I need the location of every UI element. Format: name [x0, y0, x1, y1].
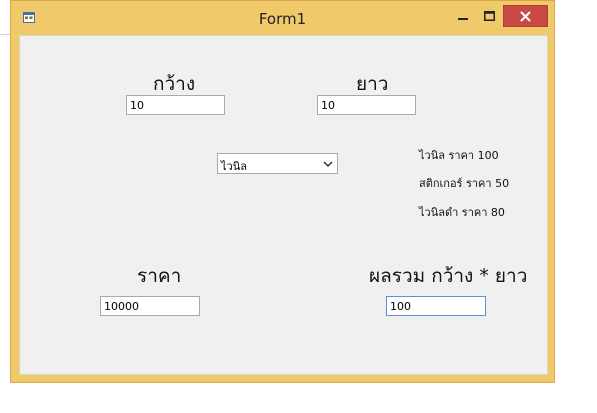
material-select[interactable]: ไวนิล [217, 153, 338, 174]
maximize-icon [483, 11, 495, 21]
close-button[interactable] [503, 5, 548, 27]
price-list-item: สติกเกอร์ ราคา 50 [419, 177, 510, 190]
material-select-value: ไวนิล [221, 160, 247, 173]
price-input[interactable] [100, 296, 200, 316]
price-list-item: ไวนิล ราคา 100 [419, 149, 499, 162]
chevron-down-icon[interactable] [323, 160, 333, 168]
minimize-button[interactable] [451, 5, 475, 27]
desktop-backdrop [0, 0, 10, 413]
minimize-icon [458, 18, 468, 20]
width-input[interactable] [126, 95, 225, 115]
price-label: ราคา [137, 265, 182, 287]
maximize-button[interactable] [477, 5, 501, 27]
form-client-area: กว้าง ยาว ไวนิล ไวนิล ราคา 100 สติกเกอร์… [19, 35, 548, 375]
price-list-item: ไวนิลดำ ราคา 80 [419, 206, 505, 219]
close-icon [520, 10, 531, 22]
area-label: ผลรวม กว้าง * ยาว [369, 265, 528, 287]
backdrop-divider [0, 34, 10, 35]
title-bar[interactable]: Form1 [11, 1, 554, 35]
area-input[interactable] [386, 296, 486, 316]
form-window: Form1 กว้าง ยาว ไวนิล [10, 0, 555, 383]
length-input[interactable] [317, 95, 416, 115]
